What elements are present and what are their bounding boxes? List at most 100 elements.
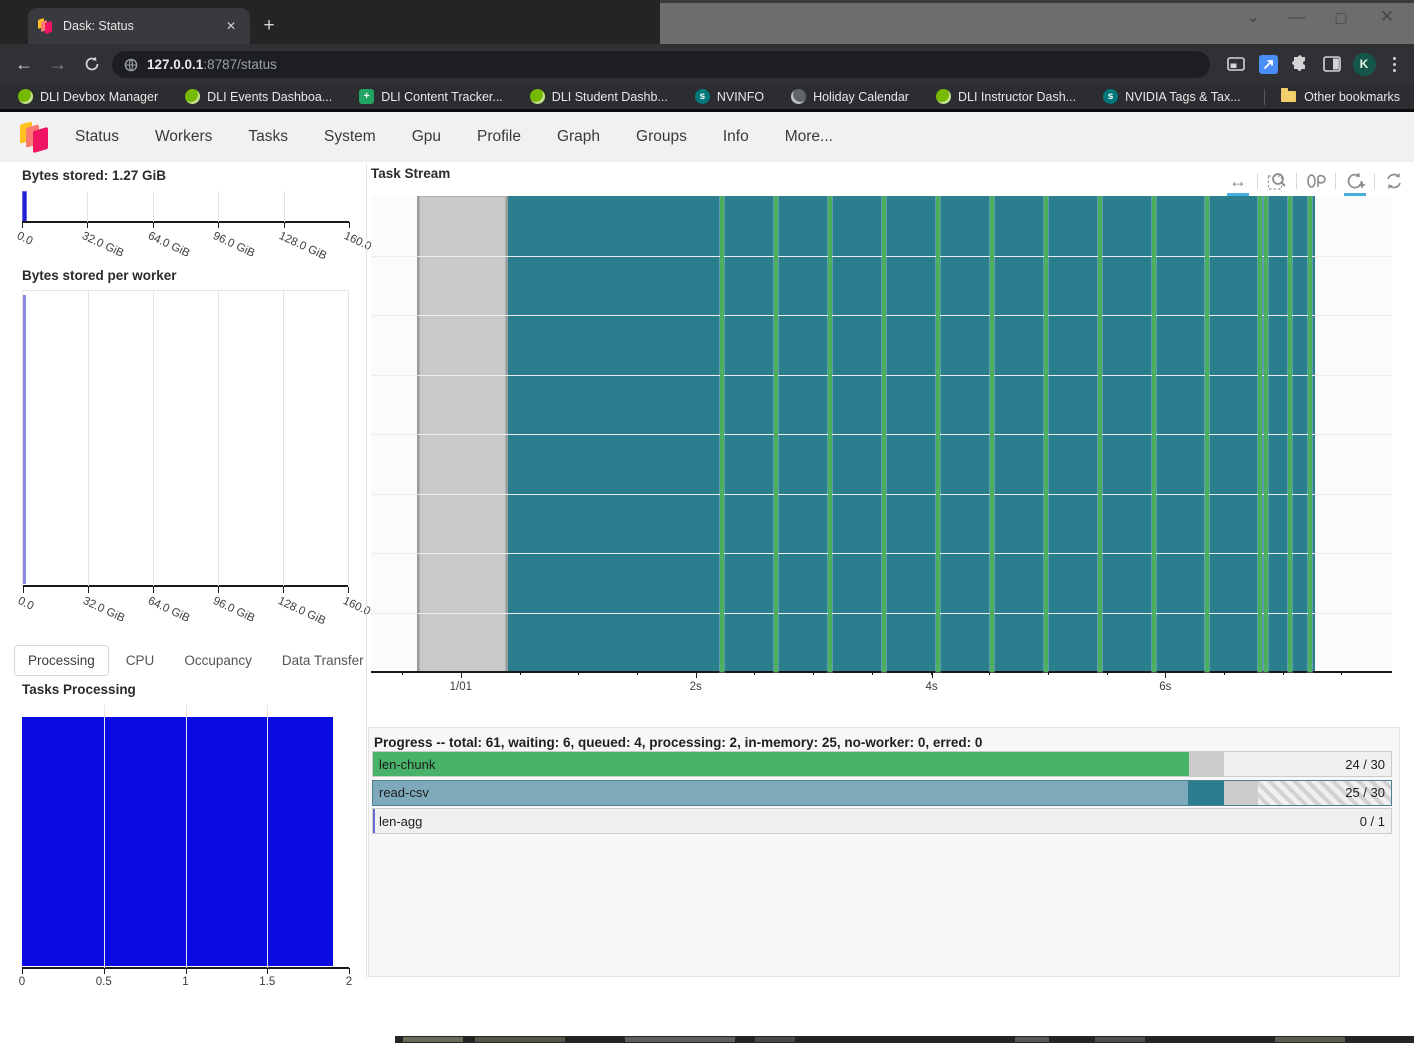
browser-tab[interactable]: Dask: Status ✕	[28, 8, 250, 44]
axis-tick-label: 1.5	[259, 976, 275, 988]
gridline	[284, 191, 285, 222]
axis-tick-label: 32.0 GiB	[81, 595, 127, 625]
bookmark-item[interactable]: sNVINFO	[695, 89, 764, 104]
chevron-down-icon[interactable]: ⌄	[1236, 4, 1270, 30]
pan-icon[interactable]: ↔	[1226, 169, 1250, 193]
axis-tick	[932, 672, 933, 678]
nav-item-workers[interactable]: Workers	[155, 128, 212, 146]
bookmark-item[interactable]: Holiday Calendar	[791, 89, 909, 104]
hover-icon[interactable]	[1304, 169, 1328, 193]
bookmark-item[interactable]: sNVIDIA Tags & Tax...	[1103, 89, 1241, 104]
url-text: 127.0.0.1:8787/status	[147, 56, 277, 74]
extensions-puzzle-icon[interactable]	[1288, 52, 1312, 76]
tab-occupancy[interactable]: Occupancy	[171, 646, 265, 675]
axis-tick	[22, 968, 23, 974]
worker-bytes-bar	[23, 295, 26, 584]
wheel-zoom-icon[interactable]	[1343, 169, 1367, 193]
gridline	[283, 291, 284, 586]
bookmark-item[interactable]: DLI Instructor Dash...	[936, 89, 1076, 104]
task-stream-plot[interactable]: 1/012s4s6s	[371, 196, 1392, 672]
progress-left-mark	[373, 809, 375, 833]
minor-tick	[520, 672, 521, 675]
axis-tick-label: 32.0 GiB	[80, 230, 126, 260]
tab-cpu[interactable]: CPU	[113, 646, 168, 675]
profile-avatar[interactable]: K	[1352, 52, 1376, 76]
other-bookmarks[interactable]: Other bookmarks	[1264, 89, 1414, 105]
axis-tick	[348, 587, 349, 593]
axis-tick	[87, 222, 88, 228]
task-stripe	[1098, 196, 1102, 672]
tab-title: Dask: Status	[63, 19, 213, 33]
axis-tick	[218, 587, 219, 593]
minimize-icon[interactable]: —	[1280, 4, 1314, 30]
metric-tabs: ProcessingCPUOccupancyData Transfer	[14, 644, 377, 677]
globe-icon	[791, 89, 806, 104]
axis-tick-label: 96.0 GiB	[211, 595, 257, 625]
sheets-icon: +	[359, 89, 374, 104]
screenshare-extension-icon[interactable]	[1256, 52, 1280, 76]
bookmark-label: DLI Events Dashboa...	[207, 90, 332, 104]
bookmark-item[interactable]: DLI Devbox Manager	[18, 89, 158, 104]
progress-bar-len-chunk: len-chunk24 / 30	[372, 751, 1392, 777]
progress-bar-count: 24 / 30	[1345, 752, 1385, 776]
axis-tick-label: 2	[346, 976, 352, 988]
bookmark-item[interactable]: DLI Student Dashb...	[530, 89, 668, 104]
box-zoom-icon[interactable]	[1265, 169, 1289, 193]
nav-item-info[interactable]: Info	[723, 128, 749, 146]
axis-tick-label: 4s	[925, 681, 937, 693]
refresh-icon[interactable]	[1382, 169, 1406, 193]
minor-tick	[402, 672, 403, 675]
bookmarks-list: DLI Devbox Manager DLI Events Dashboa... +…	[0, 89, 1264, 104]
new-tab-button[interactable]: +	[258, 16, 280, 38]
side-panel-icon[interactable]	[1320, 52, 1344, 76]
bytes-per-worker-title: Bytes stored per worker	[22, 268, 177, 283]
minor-tick	[578, 672, 579, 675]
axis-tick-label: 2s	[690, 681, 702, 693]
gridline	[87, 191, 88, 222]
nav-item-system[interactable]: System	[324, 128, 376, 146]
minor-tick	[813, 672, 814, 675]
maximize-icon[interactable]: ▢	[1324, 4, 1358, 30]
minor-tick	[1048, 672, 1049, 675]
minor-tick	[1283, 672, 1284, 675]
task-stripe	[720, 196, 724, 672]
axis-tick	[153, 222, 154, 228]
progress-bar-label: read-csv	[379, 781, 429, 805]
tab-close-icon[interactable]: ✕	[222, 17, 240, 35]
gridline	[218, 191, 219, 222]
titlebar: ⌄ — ▢ ✕ Dask: Status ✕ +	[0, 0, 1414, 44]
nav-item-tasks[interactable]: Tasks	[248, 128, 288, 146]
progress-segment	[1188, 781, 1224, 805]
bookmark-label: DLI Instructor Dash...	[958, 90, 1076, 104]
nav-item-groups[interactable]: Groups	[636, 128, 687, 146]
forward-icon[interactable]: →	[44, 50, 72, 78]
tab-media-icon[interactable]	[1224, 52, 1248, 76]
progress-bar-read-csv: read-csv25 / 30	[372, 780, 1392, 806]
task-stripe	[990, 196, 994, 672]
axis-tick-label: 128.0 GiB	[277, 230, 328, 262]
reload-icon[interactable]	[78, 50, 106, 78]
task-stripe	[1258, 196, 1262, 672]
back-icon[interactable]: ←	[10, 50, 38, 78]
progress-segment	[373, 781, 1188, 805]
bookmark-item[interactable]: DLI Events Dashboa...	[185, 89, 332, 104]
nav-item-profile[interactable]: Profile	[477, 128, 521, 146]
minor-tick	[872, 672, 873, 675]
task-stripe	[1308, 196, 1312, 672]
tasks-processing-chart: 00.511.52	[22, 705, 349, 968]
bookmarks-bar: DLI Devbox Manager DLI Events Dashboa... +…	[0, 84, 1414, 112]
site-globe-icon	[124, 58, 138, 72]
bookmark-item[interactable]: +DLI Content Tracker...	[359, 89, 503, 104]
progress-segment	[1189, 752, 1224, 776]
nav-item-status[interactable]: Status	[75, 128, 119, 146]
axis-tick	[23, 587, 24, 593]
tab-data-transfer[interactable]: Data Transfer	[269, 646, 377, 675]
browser-menu-icon[interactable]	[1382, 52, 1406, 76]
nav-item-more[interactable]: More...	[785, 128, 833, 146]
tab-processing[interactable]: Processing	[14, 645, 109, 676]
close-icon[interactable]: ✕	[1370, 4, 1404, 30]
nav-item-gpu[interactable]: Gpu	[412, 128, 441, 146]
axis-tick-label: 128.0 GiB	[276, 595, 327, 627]
nav-item-graph[interactable]: Graph	[557, 128, 600, 146]
url-bar[interactable]: 127.0.0.1:8787/status	[112, 51, 1210, 78]
